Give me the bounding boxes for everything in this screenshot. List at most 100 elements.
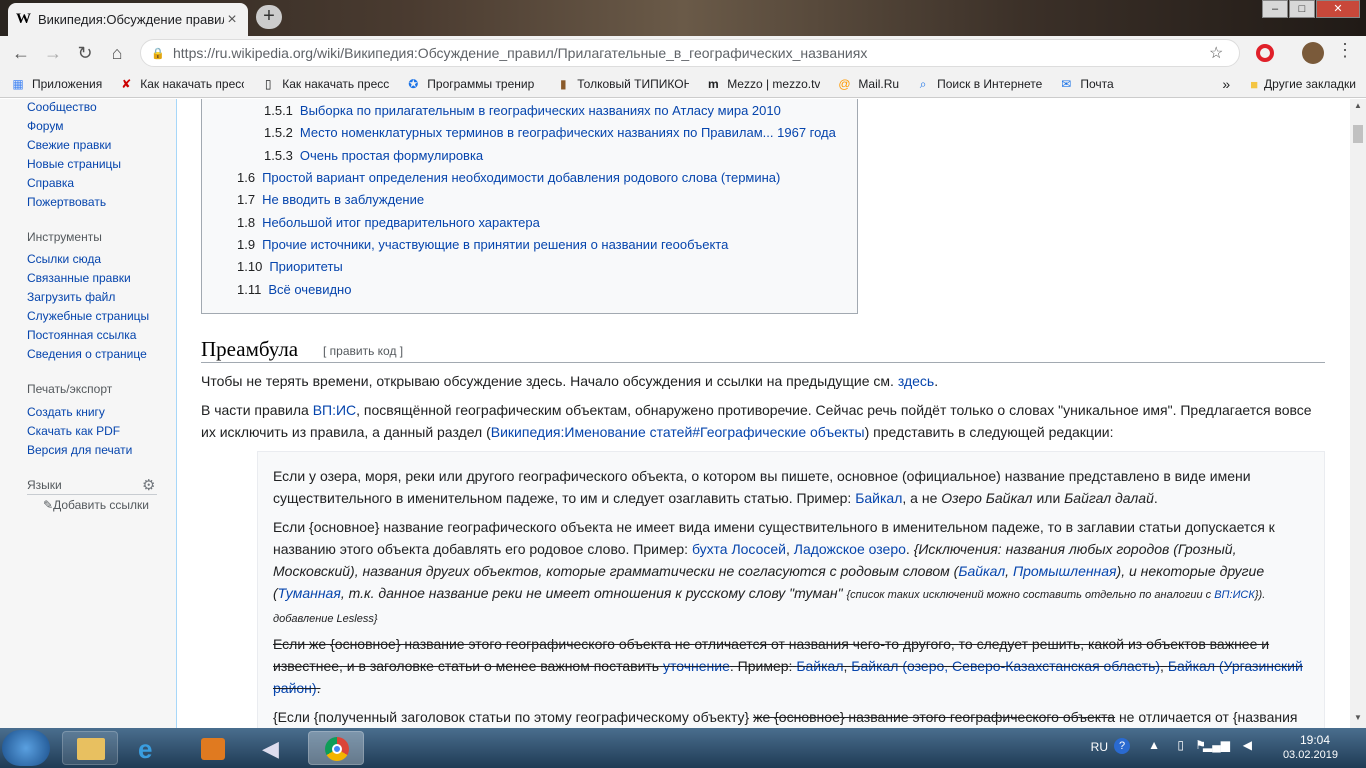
help-icon[interactable]: ? <box>1114 738 1130 754</box>
reload-icon[interactable]: ↻ <box>72 40 98 66</box>
bookmark-mailru[interactable]: @ Mail.Ru <box>836 77 899 91</box>
bookmark-search[interactable]: ⌕ Поиск в Интернете <box>915 77 1043 91</box>
tools-heading: Инструменты <box>27 230 102 244</box>
baikal-link[interactable]: Байкал <box>855 490 902 506</box>
promyshlennaya-link[interactable]: Промышленная <box>1013 563 1117 579</box>
sidebar-item-special-pages[interactable]: Служебные страницы <box>27 309 149 323</box>
baikal-lake-link[interactable]: Байкал (озеро, Северо-Казахстанская обла… <box>851 658 1160 674</box>
volume-icon[interactable]: ◀ <box>1243 738 1252 752</box>
forward-arrow-icon[interactable]: → <box>40 40 66 66</box>
folder-icon <box>77 738 105 760</box>
clarification-link[interactable]: уточнение <box>663 658 730 674</box>
bookmark-press2[interactable]: ▯ Как накачать пресс <box>260 77 389 91</box>
browser-tab[interactable]: W Википедия:Обсуждение правил × <box>8 3 248 36</box>
page-scrollbar[interactable]: ▲ ▼ <box>1350 99 1366 728</box>
toc-item[interactable]: 1.5.2 Место номенклатурных терминов в гео… <box>264 125 836 140</box>
ie-taskbar-button[interactable]: e <box>123 731 179 765</box>
vp-is-link[interactable]: ВП:ИС <box>313 402 356 418</box>
gear-icon[interactable]: ⚙ <box>142 476 155 494</box>
quote-paragraph-1: Если у озера, моря, реки или другого гео… <box>273 468 1251 506</box>
print-heading: Печать/экспорт <box>27 382 113 396</box>
bookmark-programs[interactable]: ✪ Программы тренир <box>405 77 539 91</box>
bookmark-mezzo[interactable]: m Mezzo | mezzo.tv <box>705 77 820 91</box>
sidebar-item-create-book[interactable]: Создать книгу <box>27 405 105 419</box>
sidebar-item-printable[interactable]: Версия для печати <box>27 443 132 457</box>
chrome-taskbar-button[interactable] <box>308 731 364 765</box>
envelope-icon: ✉ <box>1061 76 1072 91</box>
sidebar-item-download-pdf[interactable]: Скачать как PDF <box>27 424 120 438</box>
scroll-up-icon[interactable]: ▲ <box>1354 101 1362 110</box>
toc-item[interactable]: 1.9 Прочие источники, участвующие в приня… <box>237 237 728 252</box>
add-links-link[interactable]: ✎Добавить ссылки <box>43 498 149 512</box>
tab-close-icon[interactable]: × <box>224 11 240 29</box>
proposed-text-block: Если у озера, моря, реки или другого гео… <box>257 451 1325 728</box>
toc-item[interactable]: 1.6 Простой вариант определения необходим… <box>237 170 780 185</box>
bookmark-typikon[interactable]: ▮ Толковый ТИПИКОН <box>555 77 689 91</box>
sidebar-item-page-info[interactable]: Сведения о странице <box>27 347 147 361</box>
windows-taskbar: e ◀ RU ? ▲ ▯ ⚑ ▂▄▆ ◀ 19:04 03.02.2019 <box>0 728 1366 768</box>
sidebar-item-permalink[interactable]: Постоянная ссылка <box>27 328 136 342</box>
explorer-taskbar-button[interactable] <box>62 731 118 765</box>
tumannaya-link[interactable]: Туманная <box>278 585 341 601</box>
toc-item[interactable]: 1.10 Приоритеты <box>237 259 343 274</box>
minimize-button[interactable]: – <box>1262 0 1288 18</box>
clock-date[interactable]: 03.02.2019 <box>1283 749 1338 761</box>
sidebar-item-forum[interactable]: Форум <box>27 119 63 133</box>
ladoga-link[interactable]: Ладожское озеро <box>794 541 906 557</box>
bookmark-press1[interactable]: ✘ Как накачать пресс д <box>118 77 244 91</box>
scroll-down-icon[interactable]: ▼ <box>1354 713 1362 722</box>
vp-isk-link[interactable]: ВП:ИСК <box>1214 589 1255 601</box>
address-bar[interactable]: 🔒 https://ru.wikipedia.org/wiki/Википеди… <box>140 39 1240 67</box>
baikal-link-2[interactable]: Байкал <box>958 563 1005 579</box>
toc-item[interactable]: 1.5.3 Очень простая формулировка <box>264 148 483 163</box>
bookmark-apps[interactable]: ▦ Приложения <box>10 77 102 91</box>
menu-dots-icon[interactable]: ⋮ <box>1336 40 1354 61</box>
window-close-button[interactable]: ✕ <box>1316 0 1360 18</box>
opera-icon[interactable] <box>1256 44 1274 62</box>
mail-icon: @ <box>838 76 851 91</box>
sidebar-item-new-pages[interactable]: Новые страницы <box>27 157 121 171</box>
wikipedia-favicon-icon: W <box>16 11 31 27</box>
bookmark-mail[interactable]: ✉ Почта <box>1058 77 1113 91</box>
sidebar-item-related-changes[interactable]: Связанные правки <box>27 271 131 285</box>
language-indicator[interactable]: RU <box>1091 740 1108 754</box>
profile-avatar[interactable] <box>1302 42 1324 64</box>
naming-geo-link[interactable]: Википедия:Именование статей#Географическ… <box>491 424 865 440</box>
toc-item[interactable]: 1.7 Не вводить в заблуждение <box>237 192 424 207</box>
url-text[interactable]: https://ru.wikipedia.org/wiki/Википедия:… <box>173 45 1209 61</box>
bukhta-lososey-link[interactable]: бухта Лососей <box>692 541 786 557</box>
sidebar-item-recent-changes[interactable]: Свежие правки <box>27 138 111 152</box>
languages-heading: Языки <box>27 478 62 492</box>
new-tab-button[interactable]: + <box>256 5 282 29</box>
baikal-link-3[interactable]: Байкал <box>796 658 843 674</box>
heading-divider <box>201 362 1325 363</box>
sidebar-item-help[interactable]: Справка <box>27 176 74 190</box>
device-icon[interactable]: ▯ <box>1177 738 1184 752</box>
sidebar-item-donate[interactable]: Пожертвовать <box>27 195 106 209</box>
scrollbar-thumb[interactable] <box>1353 125 1363 143</box>
sidebar-item-upload[interactable]: Загрузить файл <box>27 290 115 304</box>
edit-source-link[interactable]: [ править код ] <box>323 344 403 358</box>
media-player-taskbar-button[interactable] <box>184 731 240 765</box>
other-bookmarks[interactable]: Другие закладки <box>1264 77 1356 91</box>
toc-item[interactable]: 1.5.1 Выборка по прилагательным в географ… <box>264 103 781 118</box>
signal-icon[interactable]: ▂▄▆ <box>1203 738 1230 752</box>
bookmark-red-icon: ✘ <box>121 76 132 91</box>
window-controls: – □ ✕ <box>1261 0 1360 20</box>
sidebar-item-community[interactable]: Сообщество <box>27 100 97 114</box>
toc-item[interactable]: 1.11 Всё очевидно <box>237 282 351 297</box>
more-bookmarks-icon[interactable]: » <box>1222 76 1230 92</box>
volume-app-taskbar-button[interactable]: ◀ <box>245 731 301 765</box>
sidebar-item-what-links-here[interactable]: Ссылки сюда <box>27 252 101 266</box>
back-arrow-icon[interactable]: ← <box>8 40 34 66</box>
pencil-icon: ✎ <box>43 498 54 512</box>
tab-strip: W Википедия:Обсуждение правил × + – □ ✕ <box>0 0 1366 36</box>
bookmark-star-icon[interactable]: ☆ <box>1209 43 1239 63</box>
home-icon[interactable]: ⌂ <box>104 40 130 66</box>
tray-expand-icon[interactable]: ▲ <box>1148 738 1160 752</box>
clock-time[interactable]: 19:04 <box>1300 733 1330 747</box>
start-button[interactable] <box>2 730 50 766</box>
toc-item[interactable]: 1.8 Небольшой итог предварительного харак… <box>237 215 540 230</box>
maximize-button[interactable]: □ <box>1289 0 1315 18</box>
here-link[interactable]: здесь <box>898 373 934 389</box>
